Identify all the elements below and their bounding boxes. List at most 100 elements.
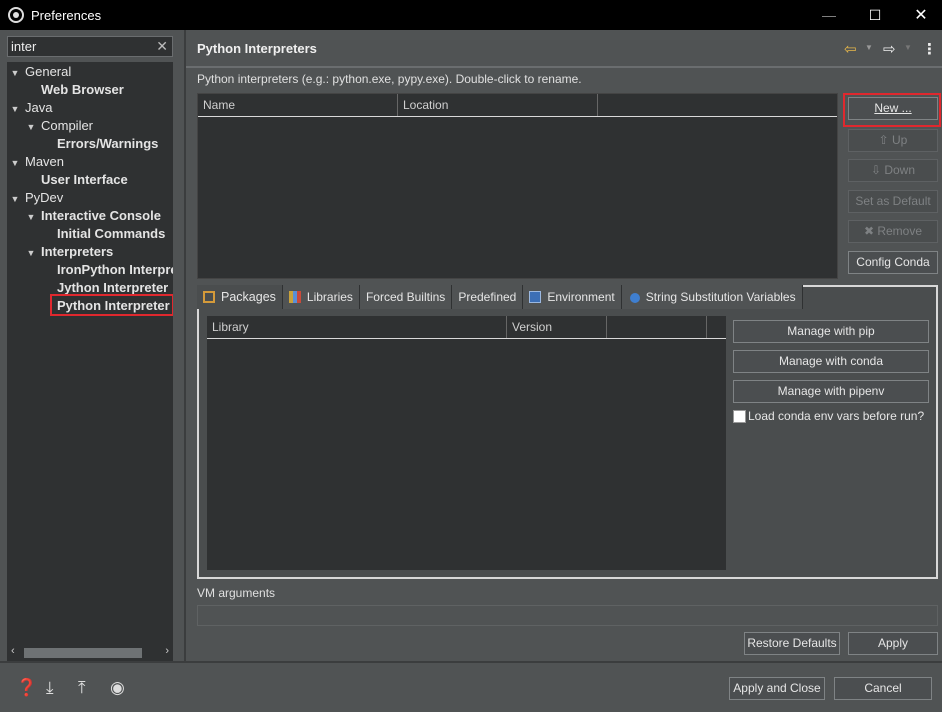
tree-item-label: IronPython Interpreter <box>57 262 173 277</box>
packages-table-header: Library Version <box>207 316 726 339</box>
tree-item[interactable]: Web Browser <box>25 81 124 99</box>
cancel-button[interactable]: Cancel <box>834 677 932 700</box>
tree-item[interactable]: ▼ PyDev <box>9 189 64 208</box>
minimize-button[interactable]: — <box>806 0 852 30</box>
tree-item-label: PyDev <box>25 190 64 205</box>
preferences-tree[interactable]: ▼ General Web Browser ▼ Java ▼ Compiler Errors/… <box>7 62 173 644</box>
expand-twisty-icon[interactable]: ▼ <box>9 64 21 82</box>
down-button[interactable]: ⇩ Down <box>848 159 938 182</box>
apply-button[interactable]: Apply <box>848 632 938 655</box>
page-title: Python Interpreters <box>197 41 317 56</box>
tab-string-substitution[interactable]: String Substitution Variables <box>621 285 803 309</box>
window-titlebar: Preferences — ☐ ✕ <box>0 0 942 30</box>
expand-twisty-icon[interactable]: ▼ <box>9 100 21 118</box>
expand-twisty-icon[interactable]: ▼ <box>25 118 37 136</box>
environment-icon <box>529 291 542 303</box>
column-header-library[interactable]: Library <box>207 316 507 338</box>
filter-field[interactable]: ✕ <box>7 36 173 57</box>
set-as-default-button[interactable]: Set as Default <box>848 190 938 213</box>
tree-item[interactable]: Initial Commands <box>41 225 165 243</box>
up-button[interactable]: ⇧ Up <box>848 129 938 152</box>
vm-arguments-label: VM arguments <box>197 586 276 600</box>
maximize-button[interactable]: ☐ <box>852 0 898 30</box>
manage-with-conda-button[interactable]: Manage with conda <box>733 350 929 373</box>
tab-predefined[interactable]: Predefined <box>452 285 524 309</box>
tree-item-label: Web Browser <box>41 82 124 97</box>
expand-twisty-icon[interactable]: ▼ <box>25 208 37 226</box>
import-icon[interactable]: ⤓ <box>46 678 54 698</box>
expand-twisty-icon[interactable]: ▼ <box>25 244 37 262</box>
tree-item[interactable]: ▼ Interpreters <box>25 243 114 262</box>
expand-twisty-icon[interactable]: ▼ <box>9 154 21 172</box>
tree-item[interactable]: ▼ Java <box>9 99 53 118</box>
up-arrow-icon: ⇧ <box>878 133 893 147</box>
tab-string-substitution-label: String Substitution Variables <box>645 290 796 304</box>
tab-bar: Packages Libraries Forced Builtins Prede… <box>197 285 803 309</box>
tree-item-label: Interpreters <box>41 244 114 259</box>
tab-libraries[interactable]: Libraries <box>282 285 360 309</box>
expand-twisty-icon[interactable]: ▼ <box>9 190 21 208</box>
tree-item[interactable]: ▼ General <box>9 63 72 82</box>
column-header-empty[interactable] <box>607 316 707 338</box>
libraries-icon <box>288 291 301 303</box>
export-icon[interactable]: ⤒ <box>78 678 86 698</box>
config-conda-button[interactable]: Config Conda <box>848 251 938 274</box>
eclipse-app-icon <box>8 7 24 23</box>
forward-arrow-icon[interactable]: ⇨ <box>883 40 896 58</box>
tree-horizontal-scrollbar[interactable]: ‹ › <box>7 644 173 661</box>
tab-environment-label: Environment <box>547 290 615 304</box>
tree-item-label: Maven <box>25 154 65 169</box>
help-icon[interactable]: ❓ <box>16 678 37 698</box>
forward-dropdown-icon[interactable]: ▼ <box>904 43 912 52</box>
apply-and-close-button[interactable]: Apply and Close <box>729 677 825 700</box>
tree-item[interactable]: ▼ Compiler <box>25 117 93 135</box>
tree-item[interactable]: IronPython Interpreter <box>41 261 173 279</box>
string-substitution-icon <box>629 293 640 303</box>
interpreters-table[interactable]: Name Location <box>197 93 838 279</box>
load-conda-checkbox[interactable] <box>733 410 746 423</box>
record-icon[interactable]: ◉ <box>110 678 125 698</box>
scrollbar-thumb[interactable] <box>24 648 142 658</box>
tree-item[interactable]: User Interface <box>25 171 128 189</box>
up-button-label: Up <box>892 133 908 147</box>
column-header-version[interactable]: Version <box>507 316 607 338</box>
view-menu-icon[interactable]: ⋮ <box>922 40 937 58</box>
scroll-right-icon[interactable]: › <box>165 645 169 657</box>
column-header-empty[interactable] <box>598 94 837 116</box>
tree-item[interactable]: ▼ Maven <box>9 153 65 172</box>
page-header: Python Interpreters ⇦ ▼ ⇨ ▼ ⋮ <box>186 30 942 66</box>
vm-arguments-field[interactable] <box>197 605 938 626</box>
tree-item-label: User Interface <box>41 172 128 187</box>
scroll-left-icon[interactable]: ‹ <box>11 645 15 657</box>
close-window-button[interactable]: ✕ <box>898 0 942 30</box>
tab-packages-label: Packages <box>221 290 276 304</box>
manage-with-pipenv-button[interactable]: Manage with pipenv <box>733 380 929 403</box>
tree-item[interactable]: Errors/Warnings <box>41 135 158 153</box>
manage-with-pip-button[interactable]: Manage with pip <box>733 320 929 343</box>
column-header-name[interactable]: Name <box>198 94 398 116</box>
clear-filter-icon[interactable]: ✕ <box>156 38 168 55</box>
remove-button[interactable]: ✖ Remove <box>848 220 938 243</box>
tree-item-label: Jython Interpreter <box>57 280 169 295</box>
load-conda-label: Load conda env vars before run? <box>748 409 925 423</box>
tree-item-label: Errors/Warnings <box>57 136 159 151</box>
footer-divider <box>0 661 942 663</box>
column-header-location[interactable]: Location <box>398 94 598 116</box>
selected-item-highlight <box>50 294 173 316</box>
back-arrow-icon[interactable]: ⇦ <box>844 40 857 58</box>
new-button-highlight <box>843 93 941 127</box>
back-dropdown-icon[interactable]: ▼ <box>865 43 873 52</box>
header-divider <box>186 66 942 68</box>
packages-table[interactable]: Library Version <box>207 316 726 570</box>
pane-splitter[interactable] <box>184 30 186 662</box>
restore-defaults-button[interactable]: Restore Defaults <box>744 632 840 655</box>
filter-input[interactable] <box>8 37 172 56</box>
tree-item-label: General <box>25 64 72 79</box>
tab-libraries-label: Libraries <box>306 290 353 304</box>
tab-packages[interactable]: Packages <box>197 285 283 309</box>
tab-environment[interactable]: Environment <box>523 285 622 309</box>
tree-item[interactable]: ▼ Interactive Console <box>25 207 161 225</box>
tree-item-label: Java <box>25 100 53 115</box>
page-description: Python interpreters (e.g.: python.exe, p… <box>197 72 582 86</box>
tab-forced-builtins[interactable]: Forced Builtins <box>359 285 453 309</box>
